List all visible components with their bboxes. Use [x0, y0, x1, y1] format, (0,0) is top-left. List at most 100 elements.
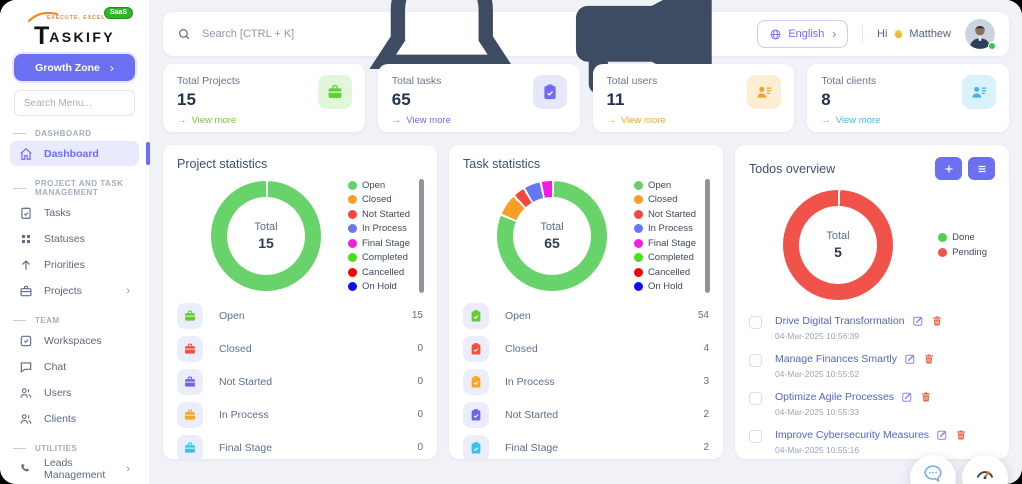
- main-content: 8 English › Hi Matthew: [150, 0, 1022, 484]
- todos-overview-panel: Todos overview Total 5 Done Pending Driv…: [735, 145, 1009, 459]
- trash-icon[interactable]: [920, 391, 932, 403]
- view-more-link[interactable]: → View more: [821, 115, 995, 126]
- todo-checkbox[interactable]: [749, 392, 762, 405]
- legend-item: On Hold: [347, 281, 410, 292]
- todo-timestamp: 04-Mar-2025 10:55:16: [775, 445, 860, 455]
- legend-dot: [347, 267, 357, 277]
- status-row: Final Stage 2: [463, 431, 709, 459]
- edit-icon[interactable]: [901, 391, 913, 403]
- task-chart-area: Total 65 Open Closed Not Started In Proc…: [449, 171, 723, 297]
- legend-item: Pending: [938, 247, 987, 258]
- sidebar-section: UTILITIES Leads Management ›: [0, 444, 149, 481]
- topbar: 8 English › Hi Matthew: [163, 0, 1009, 107]
- stat-card-icon-tile: [962, 75, 996, 109]
- sidebar-item[interactable]: Users: [10, 380, 139, 405]
- todo-checkbox[interactable]: [749, 430, 762, 443]
- legend-dot: [633, 195, 643, 205]
- todo-checkbox[interactable]: [749, 354, 762, 367]
- legend-item: Open: [633, 180, 696, 191]
- sidebar-item[interactable]: Leads Management ›: [10, 456, 139, 481]
- briefcase-icon: [183, 375, 197, 389]
- project-status-list: Open 15 Closed 0 Not Started 0 In Proces…: [163, 297, 437, 459]
- chat-bubble-icon: [924, 465, 942, 483]
- status-row: In Process 3: [463, 365, 709, 398]
- status-row: Closed 0: [177, 332, 423, 365]
- sidebar-item[interactable]: Tasks: [10, 200, 139, 225]
- project-chart-area: Total 15 Open Closed Not Started In Proc…: [163, 171, 437, 297]
- status-row: In Process 0: [177, 398, 423, 431]
- menu-search-input[interactable]: [14, 90, 135, 116]
- edit-icon[interactable]: [904, 353, 916, 365]
- todo-timestamp: 04-Mar-2025 10:56:39: [775, 331, 860, 341]
- clients-icon: [19, 412, 33, 426]
- legend-item: Done: [938, 232, 987, 243]
- briefcase-icon: [183, 408, 197, 422]
- language-selector[interactable]: English ›: [757, 20, 849, 48]
- sidebar-section-header: DASHBOARD: [0, 129, 149, 138]
- trash-icon[interactable]: [931, 315, 943, 327]
- user-avatar[interactable]: [965, 19, 996, 50]
- chevron-right-icon: ›: [832, 27, 837, 41]
- view-more-link[interactable]: → View more: [607, 115, 781, 126]
- todo-checkbox[interactable]: [749, 316, 762, 329]
- search-input[interactable]: [200, 27, 346, 41]
- priorities-icon: [19, 258, 33, 272]
- clipboard-icon: [469, 408, 483, 422]
- global-search: [177, 27, 346, 41]
- arrow-right-icon: →: [606, 115, 617, 126]
- sidebar-item[interactable]: Chat: [10, 354, 139, 379]
- view-more-link[interactable]: → View more: [392, 115, 566, 126]
- status-row: Not Started 2: [463, 398, 709, 431]
- panel-title: Project statistics: [177, 157, 268, 171]
- legend-dot: [633, 238, 643, 248]
- edit-icon[interactable]: [936, 429, 948, 441]
- legend-dot: [347, 195, 357, 205]
- legend-scrollbar[interactable]: [419, 179, 424, 293]
- sidebar-item[interactable]: Dashboard: [10, 141, 150, 166]
- sidebar-item[interactable]: Projects ›: [10, 278, 139, 303]
- brand-initial: T: [33, 21, 50, 50]
- todo-list-button[interactable]: [968, 157, 995, 180]
- add-todo-button[interactable]: [935, 157, 962, 180]
- user-lines-icon: [755, 83, 773, 101]
- todo-actions: [935, 157, 995, 180]
- sidebar-item[interactable]: Workspaces: [10, 328, 139, 353]
- edit-icon[interactable]: [912, 315, 924, 327]
- legend-item: In Process: [633, 223, 696, 234]
- chat-fab-button[interactable]: [910, 455, 956, 484]
- legend-item: On Hold: [633, 281, 696, 292]
- sidebar: T ASKIFY EXECUTE, EXCEL SaaS Growth Zone …: [0, 0, 150, 484]
- todo-title: Drive Digital Transformation: [775, 315, 905, 327]
- sidebar-section: TEAM Workspaces Chat Users Clients: [0, 316, 149, 431]
- list-icon: [978, 165, 985, 172]
- todo-item: Improve Cybersecurity Measures 04-Mar-20…: [749, 424, 995, 459]
- sidebar-item[interactable]: Statuses: [10, 226, 139, 251]
- legend-dot: [347, 253, 357, 263]
- growth-zone-button[interactable]: Growth Zone ›: [14, 54, 135, 81]
- section-dash: [13, 320, 26, 321]
- statuses-icon: [19, 232, 33, 246]
- sidebar-item[interactable]: Clients: [10, 406, 139, 431]
- workspaces-icon: [19, 334, 33, 348]
- search-icon: [177, 27, 191, 41]
- task-donut-chart: Total 65: [497, 181, 607, 291]
- trash-icon[interactable]: [923, 353, 935, 365]
- sidebar-item[interactable]: Priorities: [10, 252, 139, 277]
- todo-item: Manage Finances Smartly 04-Mar-2025 10:5…: [749, 348, 995, 386]
- view-more-link[interactable]: → View more: [177, 115, 351, 126]
- legend-dot: [633, 253, 643, 263]
- brand-logo: T ASKIFY EXECUTE, EXCEL SaaS: [0, 0, 149, 50]
- legend-item: Completed: [347, 252, 410, 263]
- gauge-fab-button[interactable]: [962, 455, 1008, 484]
- project-legend: Open Closed Not Started In Process Final…: [347, 180, 410, 292]
- sidebar-sections: DASHBOARD Dashboard PROJECT AND TASK MAN…: [0, 129, 150, 481]
- stat-card-icon-tile: [317, 75, 352, 109]
- status-row: Closed 4: [463, 332, 709, 365]
- legend-dot: [347, 209, 357, 219]
- status-row: Open 15: [177, 299, 423, 332]
- legend-dot: [938, 247, 948, 257]
- legend-scrollbar[interactable]: [705, 179, 710, 293]
- section-dash: [13, 187, 26, 189]
- trash-icon[interactable]: [955, 429, 967, 441]
- chevron-right-icon: ›: [109, 60, 114, 75]
